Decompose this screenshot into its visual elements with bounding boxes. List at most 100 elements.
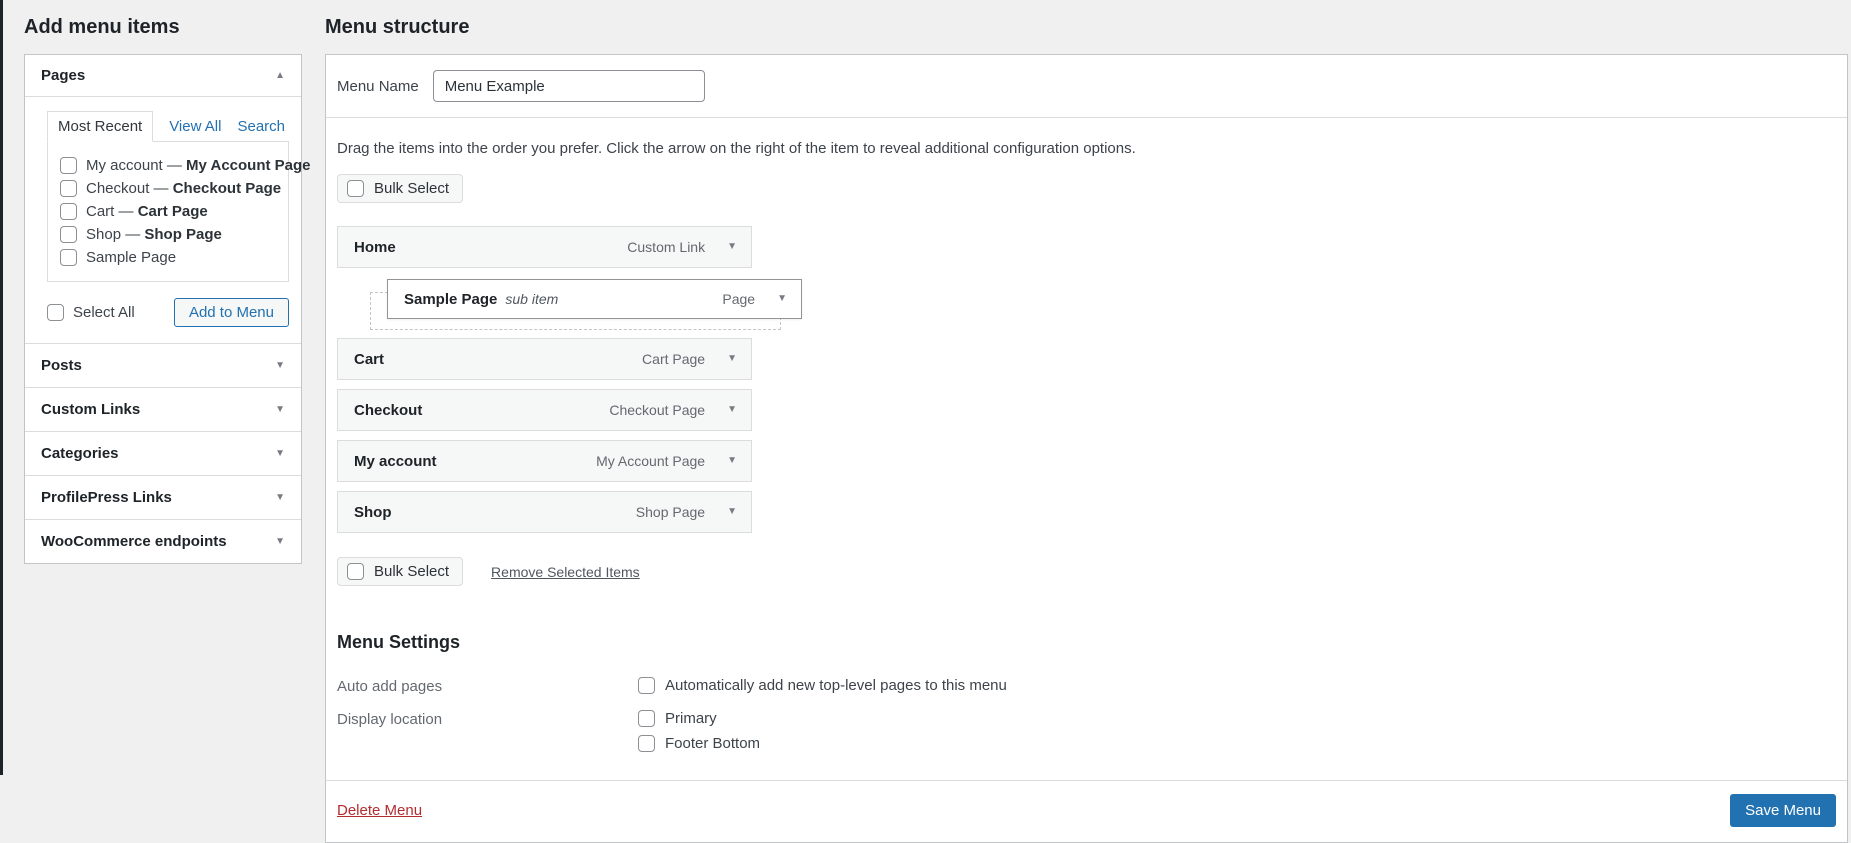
pages-actions: Select All Add to Menu [47, 298, 289, 327]
location-primary-checkbox[interactable] [638, 710, 655, 727]
bulk-select-toggle-bottom[interactable]: Bulk Select [337, 557, 464, 586]
sub-item-badge: sub item [505, 290, 559, 307]
menu-item-sample-page[interactable]: Sample Page sub item Page [387, 279, 802, 319]
display-location-label: Display location [337, 711, 443, 728]
chevron-down-icon [275, 493, 285, 503]
location-primary-option: Primary [638, 710, 1836, 727]
chevron-up-icon [275, 71, 285, 81]
drag-instructions: Drag the items into the order you prefer… [337, 140, 1136, 157]
list-item: Cart — Cart Page [60, 200, 280, 223]
accordion-custom-links[interactable]: Custom Links [25, 387, 301, 431]
remove-selected-items-link[interactable]: Remove Selected Items [491, 564, 640, 580]
add-to-menu-button[interactable]: Add to Menu [173, 298, 289, 327]
display-location-options: Primary Footer Bottom [638, 710, 1836, 752]
page-checklist: My account — My Account Page Checkout — … [47, 141, 311, 282]
location-footer-bottom-label: Footer Bottom [665, 735, 761, 752]
accordion-woocommerce-endpoints[interactable]: WooCommerce endpoints [25, 519, 301, 563]
main-title: Menu structure [325, 16, 470, 38]
page-checkbox[interactable] [60, 157, 77, 174]
chevron-down-icon [275, 449, 285, 459]
menu-item-meta: Checkout Page [609, 402, 737, 418]
bulk-select-checkbox[interactable] [347, 180, 364, 197]
menu-item-checkout[interactable]: Checkout Checkout Page [337, 389, 752, 431]
select-all-checkbox[interactable] [47, 304, 64, 321]
chevron-down-icon[interactable] [727, 456, 737, 466]
tab-view-all[interactable]: View All [169, 118, 221, 135]
chevron-down-icon[interactable] [727, 405, 737, 415]
bulk-select-checkbox[interactable] [347, 563, 364, 580]
menu-item-title: My account [354, 452, 437, 470]
menu-structure-panel: Menu structure Menu Name Drag the items … [325, 0, 1848, 843]
menu-item-title: Cart [354, 350, 385, 368]
menu-items-list: Home Custom Link Sample Page sub item [337, 226, 802, 533]
auto-add-pages-checkbox[interactable] [638, 677, 655, 694]
accordion-woocommerce-endpoints-label: WooCommerce endpoints [41, 533, 227, 550]
page-item-label: Checkout — Checkout Page [86, 180, 282, 197]
list-item: Shop — Shop Page [60, 223, 280, 246]
page-checkbox[interactable] [60, 203, 77, 220]
menu-item-my-account[interactable]: My account My Account Page [337, 440, 752, 482]
auto-add-pages-option: Automatically add new top-level pages to… [638, 677, 1836, 694]
menu-settings-grid: Auto add pages Automatically add new top… [337, 677, 1836, 752]
accordion-pages[interactable]: Pages [25, 55, 301, 97]
save-menu-button[interactable]: Save Menu [1730, 794, 1836, 827]
chevron-down-icon[interactable] [727, 507, 737, 517]
menu-editor-card: Menu Name Drag the items into the order … [325, 54, 1848, 843]
menu-item-title: Sample Page [404, 290, 498, 308]
menu-item-title: Shop [354, 503, 392, 521]
tab-search[interactable]: Search [237, 118, 285, 135]
chevron-down-icon[interactable] [727, 354, 737, 364]
accordion-profilepress-links[interactable]: ProfilePress Links [25, 475, 301, 519]
sub-item-drop-zone: Sample Page sub item Page [337, 277, 802, 338]
select-all-label: Select All [73, 304, 135, 321]
bulk-select-toggle-top[interactable]: Bulk Select [337, 174, 464, 203]
page-checkbox[interactable] [60, 180, 77, 197]
page-item-label: Shop — Shop Page [86, 226, 222, 243]
menu-name-row: Menu Name [326, 55, 1847, 118]
menu-name-input[interactable] [432, 70, 705, 102]
add-menu-items-panel: Add menu items Pages Most Recent View Al… [24, 0, 311, 564]
bulk-actions-bottom: Bulk Select Remove Selected Items [337, 557, 1836, 586]
accordion-posts[interactable]: Posts [25, 343, 301, 387]
menu-item-meta: Cart Page [642, 351, 737, 367]
page-item-label: Cart — Cart Page [86, 203, 208, 220]
accordion-profilepress-links-label: ProfilePress Links [41, 489, 172, 506]
admin-menu-edge [0, 0, 3, 775]
menu-settings-section: Menu Settings Auto add pages Automatical… [337, 632, 1836, 752]
menu-item-cart[interactable]: Cart Cart Page [337, 338, 752, 380]
page-checkbox[interactable] [60, 226, 77, 243]
menu-item-meta: Shop Page [636, 504, 737, 520]
chevron-down-icon[interactable] [727, 242, 737, 252]
menu-item-type: My Account Page [596, 453, 706, 469]
accordion-categories[interactable]: Categories [25, 431, 301, 475]
menu-item-type: Shop Page [635, 504, 706, 520]
tab-most-recent[interactable]: Most Recent [47, 111, 154, 142]
menu-editor-body: Drag the items into the order you prefer… [326, 118, 1847, 752]
menu-item-shop[interactable]: Shop Shop Page [337, 491, 752, 533]
chevron-down-icon [275, 405, 285, 415]
accordion-pages-label: Pages [41, 67, 86, 84]
menu-item-title-group: Sample Page sub item [404, 291, 558, 308]
location-primary-label: Primary [665, 710, 717, 727]
menu-item-meta: Page [722, 291, 787, 307]
page-item-label: Sample Page [86, 249, 177, 266]
accordion-posts-label: Posts [41, 357, 82, 374]
menu-item-type: Page [722, 291, 756, 307]
menu-item-home[interactable]: Home Custom Link [337, 226, 752, 268]
menu-item-title: Checkout [354, 401, 423, 419]
bulk-select-label: Bulk Select [374, 180, 450, 197]
chevron-down-icon [275, 361, 285, 371]
accordion-categories-label: Categories [41, 445, 119, 462]
delete-menu-link[interactable]: Delete Menu [337, 802, 422, 819]
chevron-down-icon[interactable] [777, 294, 787, 304]
menu-settings-title: Menu Settings [337, 632, 461, 652]
card-footer: Delete Menu Save Menu [326, 781, 1847, 842]
chevron-down-icon [275, 537, 285, 547]
page-checkbox[interactable] [60, 249, 77, 266]
menu-item-meta: Custom Link [627, 239, 737, 255]
list-item: Checkout — Checkout Page [60, 177, 282, 200]
list-item: Sample Page [60, 246, 280, 269]
menu-name-label: Menu Name [337, 77, 419, 95]
location-footer-bottom-checkbox[interactable] [638, 735, 655, 752]
list-item: My account — My Account Page [60, 154, 311, 177]
